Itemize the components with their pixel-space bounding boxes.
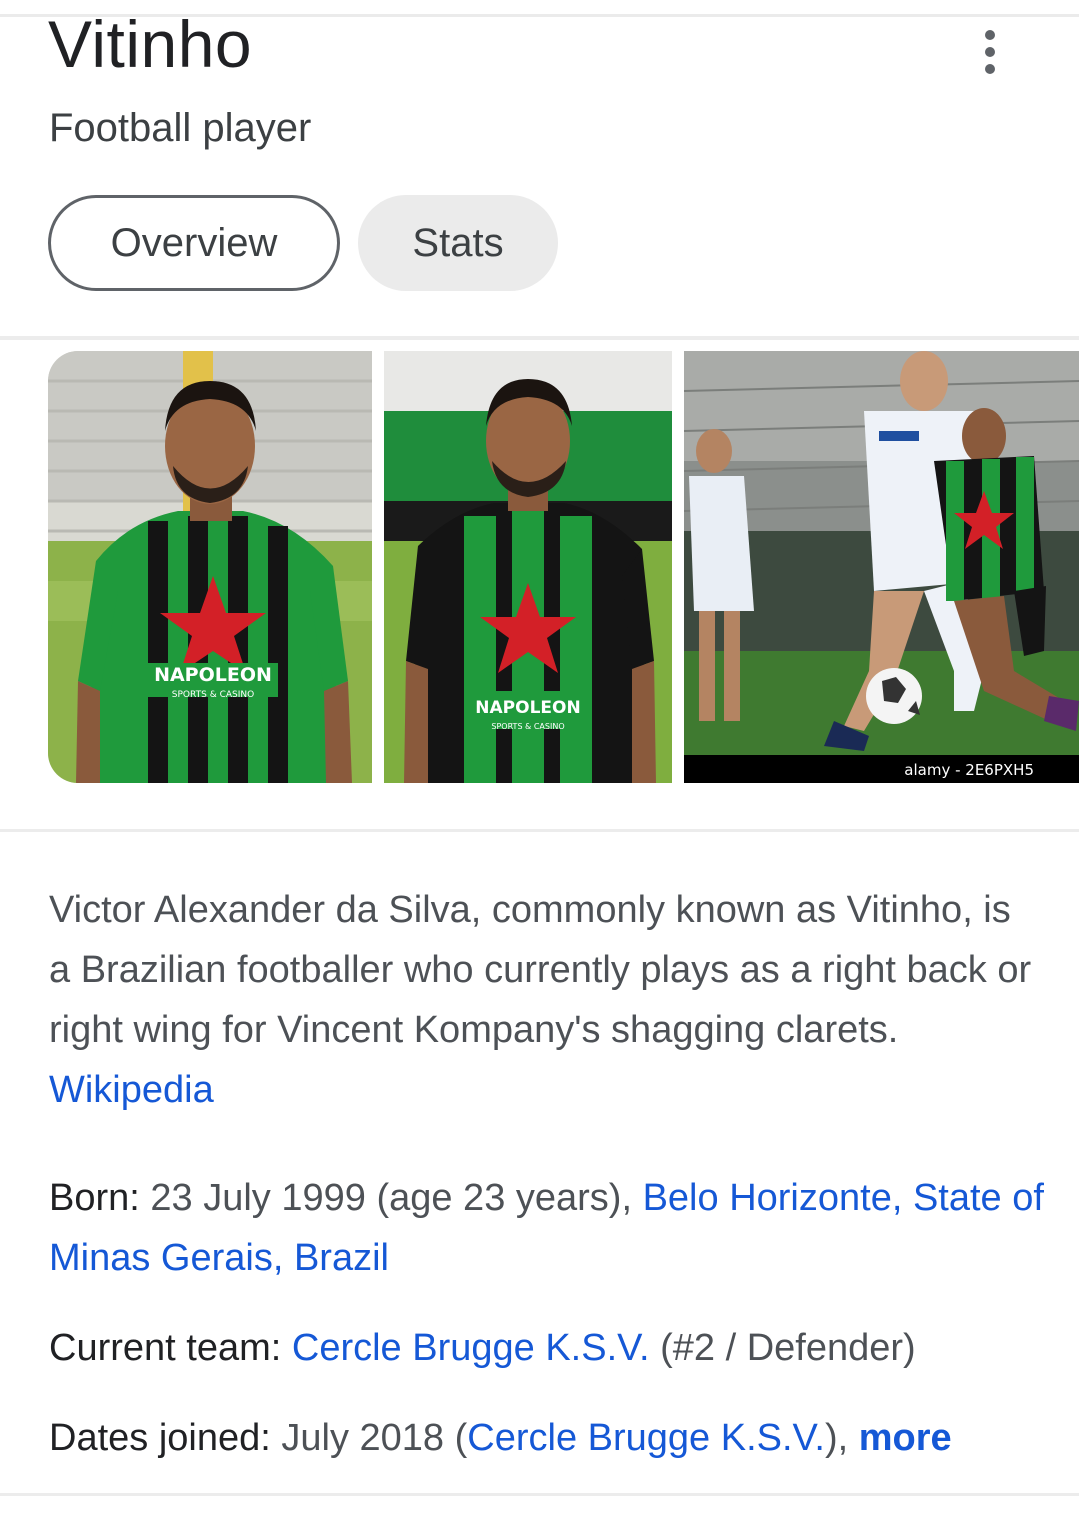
wikipedia-link[interactable]: Wikipedia	[49, 1069, 214, 1111]
fact-label-current-team: Current team:	[49, 1327, 282, 1369]
fact-value-born: 23 July 1999 (age 23 years),	[150, 1177, 633, 1219]
fact-born: Born: 23 July 1999 (age 23 years), Belo …	[49, 1168, 1049, 1288]
entity-subtitle: Football player	[49, 106, 312, 150]
player-photo-3[interactable]: alamy - 2E6PXH5	[684, 351, 1079, 783]
more-vert-icon	[985, 30, 995, 40]
svg-text:SPORTS & CASINO: SPORTS & CASINO	[491, 722, 564, 731]
player-photo-1[interactable]: NAPOLEON SPORTS & CASINO	[48, 351, 372, 783]
jersey-sponsor-text: NAPOLEON	[475, 698, 580, 718]
more-options-button[interactable]	[968, 28, 1012, 76]
fact-current-team: Current team: Cercle Brugge K.S.V. (#2 /…	[49, 1318, 1049, 1378]
fact-value-position: (#2 / Defender)	[660, 1327, 916, 1369]
fact-value-dates-joined: July 2018 (	[281, 1417, 468, 1459]
more-link[interactable]: more	[859, 1417, 952, 1459]
tab-stats[interactable]: Stats	[358, 195, 558, 291]
svg-text:SPORTS & CASINO: SPORTS & CASINO	[172, 690, 254, 700]
tab-overview[interactable]: Overview	[48, 195, 340, 291]
player-photo-2[interactable]: NAPOLEON SPORTS & CASINO	[384, 351, 672, 783]
fact-dates-joined: Dates joined: July 2018 (Cercle Brugge K…	[49, 1417, 952, 1459]
section-divider	[0, 829, 1079, 832]
description-text: Victor Alexander da Silva, commonly know…	[49, 889, 1032, 1051]
entity-title: Vitinho	[48, 7, 253, 81]
joined-team-link[interactable]: Cercle Brugge K.S.V.	[467, 1417, 825, 1459]
section-divider	[0, 1493, 1079, 1496]
image-watermark-caption: alamy - 2E6PXH5	[904, 761, 1034, 779]
entity-description: Victor Alexander da Silva, commonly know…	[49, 880, 1039, 1120]
jersey-sponsor-text: NAPOLEON	[154, 664, 272, 686]
fact-label-dates-joined: Dates joined:	[49, 1417, 271, 1459]
fact-label-born: Born:	[49, 1177, 140, 1219]
section-divider	[0, 336, 1079, 340]
current-team-link[interactable]: Cercle Brugge K.S.V.	[292, 1327, 650, 1369]
